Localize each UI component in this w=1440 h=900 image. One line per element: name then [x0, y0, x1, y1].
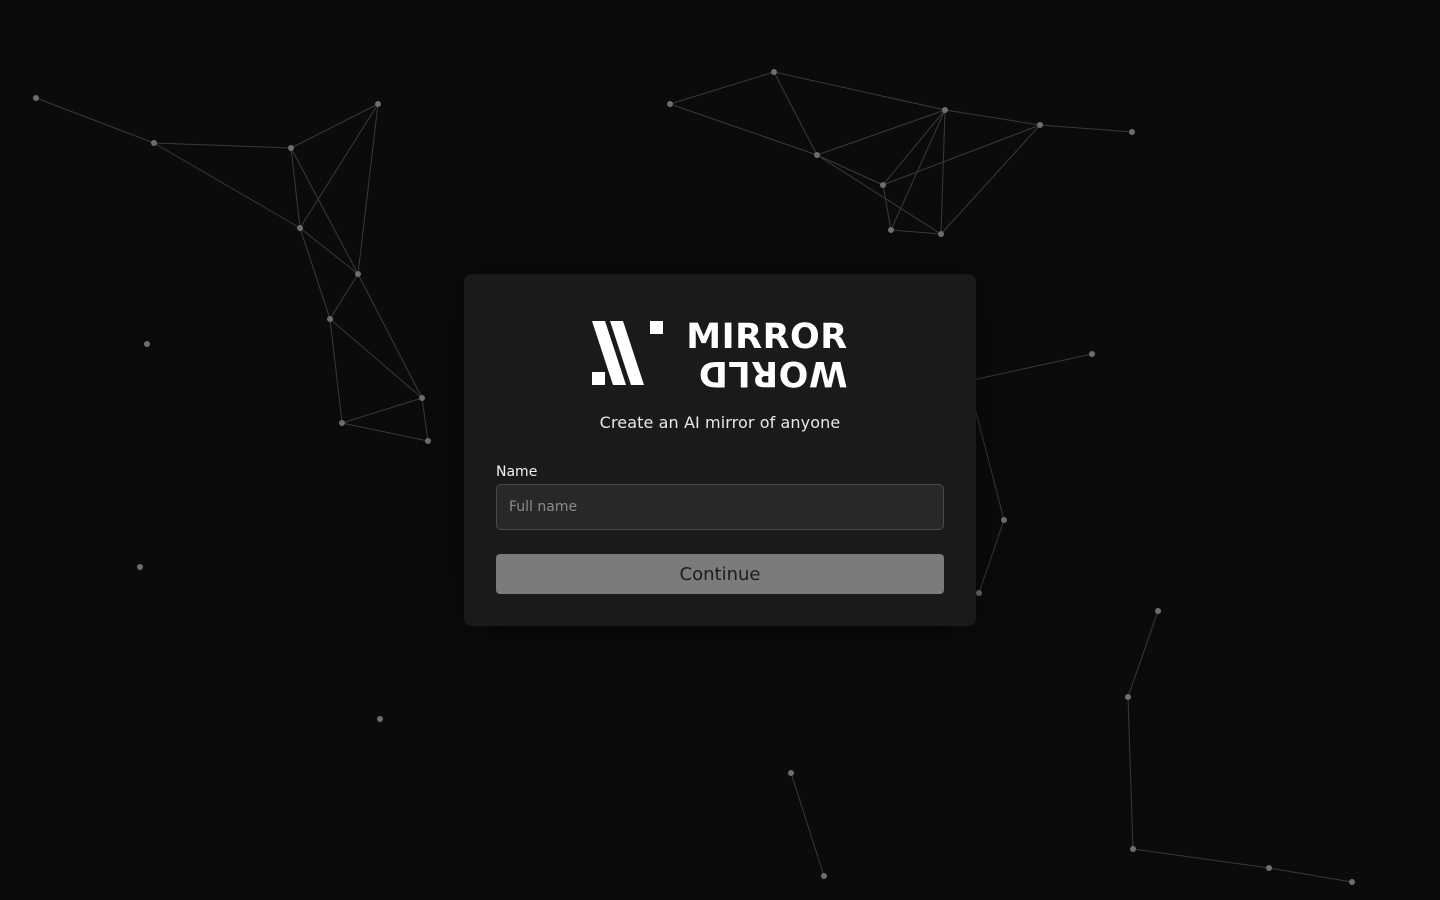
network-node [339, 420, 345, 426]
network-edge [816, 154, 884, 186]
network-edge [357, 273, 423, 399]
network-node [938, 231, 944, 237]
network-node [1129, 129, 1135, 135]
network-edge [290, 103, 379, 149]
network-edge [669, 71, 775, 105]
network-edge [1039, 124, 1133, 133]
full-name-input[interactable] [496, 484, 944, 530]
network-edge [890, 109, 946, 231]
network-edge [341, 397, 423, 424]
network-edge [329, 273, 359, 320]
network-edge [1132, 848, 1270, 869]
network-node [1001, 517, 1007, 523]
network-edge [882, 184, 892, 231]
network-node [425, 438, 431, 444]
brand-name-bottom: WORLD [698, 353, 848, 393]
network-node [821, 873, 827, 879]
network-edge [978, 519, 1005, 594]
network-node [355, 271, 361, 277]
network-node [788, 770, 794, 776]
network-edge [35, 97, 155, 144]
brand-logo: MIRROR WORLD [496, 317, 944, 393]
network-edge [299, 103, 379, 229]
network-node [151, 140, 157, 146]
network-node [288, 145, 294, 151]
network-edge [299, 227, 359, 275]
brand-name-top: MIRROR [686, 317, 848, 357]
network-node [144, 341, 150, 347]
signup-card: MIRROR WORLD Create an AI mirror of anyo… [464, 274, 976, 626]
network-node [880, 182, 886, 188]
network-edge [1127, 696, 1134, 850]
network-edge [940, 124, 1041, 235]
mirror-world-logo-icon [592, 321, 664, 385]
network-edge [341, 422, 429, 442]
network-node [419, 395, 425, 401]
network-node [377, 716, 383, 722]
network-node [1349, 879, 1355, 885]
network-node [888, 227, 894, 233]
network-edge [299, 227, 331, 320]
network-edge [773, 71, 946, 111]
network-edge [1127, 610, 1159, 698]
network-node [1125, 694, 1131, 700]
network-edge [790, 772, 825, 877]
network-node [1089, 351, 1095, 357]
network-node [1155, 608, 1161, 614]
network-edge [1268, 867, 1353, 883]
network-edge [940, 109, 946, 235]
network-edge [329, 318, 423, 399]
network-edge [816, 154, 942, 235]
network-node [1266, 865, 1272, 871]
network-node [297, 225, 303, 231]
network-node [976, 590, 982, 596]
network-edge [357, 103, 379, 275]
network-edge [290, 147, 301, 229]
network-edge [967, 353, 1093, 382]
network-edge [329, 318, 343, 424]
tagline: Create an AI mirror of anyone [599, 413, 841, 432]
network-node [33, 95, 39, 101]
continue-button[interactable]: Continue [496, 554, 944, 594]
brand-wordmark: MIRROR WORLD [686, 317, 848, 393]
network-node [771, 69, 777, 75]
network-edge [882, 124, 1041, 186]
network-node [1130, 846, 1136, 852]
network-edge [944, 109, 1041, 126]
network-node [942, 107, 948, 113]
network-edge [153, 142, 292, 149]
network-node [1037, 122, 1043, 128]
network-node [667, 101, 673, 107]
network-node [137, 564, 143, 570]
network-edge [153, 142, 301, 229]
network-edge [421, 397, 429, 442]
network-node [327, 316, 333, 322]
network-edge [890, 229, 942, 235]
network-edge [290, 147, 359, 275]
network-node [375, 101, 381, 107]
network-node [814, 152, 820, 158]
name-label: Name [496, 464, 538, 480]
